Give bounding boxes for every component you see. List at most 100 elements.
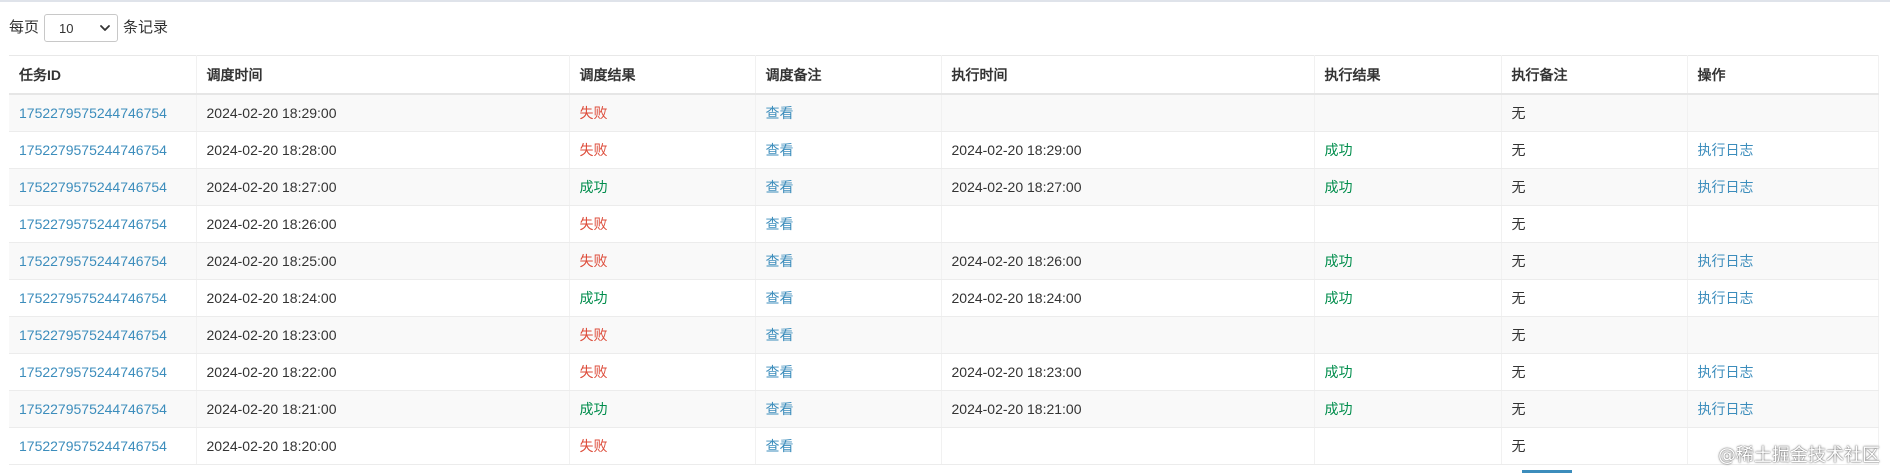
- table-row: 1752279575244746754 2024-02-20 18:20:00 失败…: [9, 427, 1879, 465]
- table-row: 1752279575244746754 2024-02-20 18:27:00 成功…: [9, 168, 1879, 206]
- schedule-result-cell: 失败: [579, 438, 608, 454]
- exec-log-link[interactable]: 执行日志: [1698, 364, 1754, 380]
- exec-log-link[interactable]: 执行日志: [1698, 253, 1754, 269]
- exec-note-cell: 无: [1511, 179, 1526, 195]
- length-suffix-label: 条记录: [123, 19, 169, 36]
- task-id-link[interactable]: 1752279575244746754: [19, 105, 167, 121]
- page-length-value: 10: [59, 20, 74, 36]
- task-id-link[interactable]: 1752279575244746754: [19, 327, 167, 343]
- schedule-note-view-link[interactable]: 查看: [766, 364, 794, 380]
- exec-log-link[interactable]: 执行日志: [1698, 401, 1754, 417]
- schedule-time-cell: 2024-02-20 18:29:00: [196, 94, 570, 132]
- schedule-note-view-link[interactable]: 查看: [766, 327, 794, 343]
- exec-time-cell: 2024-02-20 18:24:00: [941, 279, 1315, 317]
- exec-time-cell: 2024-02-20 18:24:00: [951, 290, 1082, 306]
- table-row: 1752279575244746754 2024-02-20 18:25:00 失败…: [9, 242, 1879, 280]
- exec-note-cell: 无: [1501, 390, 1688, 428]
- exec-note-cell: 无: [1511, 105, 1526, 121]
- schedule-result-cell: 失败: [569, 316, 756, 354]
- exec-note-cell: 无: [1501, 242, 1688, 280]
- header-schedule-note[interactable]: 调度备注: [755, 55, 942, 95]
- exec-result-cell: 成功: [1314, 390, 1502, 428]
- schedule-time-cell: 2024-02-20 18:23:00: [196, 316, 570, 354]
- schedule-note-view-cell: 查看: [755, 390, 942, 428]
- schedule-result-cell: 成功: [579, 179, 608, 195]
- schedule-time-cell: 2024-02-20 18:24:00: [206, 290, 337, 306]
- header-action[interactable]: 操作: [1687, 55, 1879, 95]
- schedule-result-cell: 失败: [569, 242, 756, 280]
- schedule-note-view-cell: 查看: [755, 131, 942, 169]
- task-id-link[interactable]: 1752279575244746754: [19, 290, 167, 306]
- exec-time-cell: 2024-02-20 18:27:00: [951, 179, 1082, 195]
- header-exec-result[interactable]: 执行结果: [1314, 55, 1502, 95]
- exec-time-cell: 2024-02-20 18:29:00: [951, 142, 1082, 158]
- page-length-control: 每页 10 条记录: [9, 12, 168, 44]
- schedule-result-cell: 失败: [579, 364, 608, 380]
- schedule-time-cell: 2024-02-20 18:27:00: [196, 168, 570, 206]
- schedule-note-view-cell: 查看: [755, 242, 942, 280]
- exec-result-cell: 成功: [1324, 290, 1353, 306]
- schedule-time-cell: 2024-02-20 18:20:00: [206, 438, 337, 454]
- exec-log-link[interactable]: 执行日志: [1698, 142, 1754, 158]
- exec-note-cell: 无: [1511, 364, 1526, 380]
- schedule-result-cell: 失败: [569, 205, 756, 243]
- schedule-note-view-link[interactable]: 查看: [766, 142, 794, 158]
- schedule-time-cell: 2024-02-20 18:24:00: [196, 279, 570, 317]
- header-schedule-time[interactable]: 调度时间: [196, 55, 570, 95]
- schedule-result-cell: 成功: [579, 290, 608, 306]
- schedule-result-cell: 失败: [579, 142, 608, 158]
- task-id-cell: 1752279575244746754: [9, 131, 197, 169]
- schedule-result-cell: 失败: [569, 353, 756, 391]
- schedule-note-view-link[interactable]: 查看: [766, 216, 794, 232]
- task-id-link[interactable]: 1752279575244746754: [19, 438, 167, 454]
- exec-note-cell: 无: [1501, 353, 1688, 391]
- schedule-time-cell: 2024-02-20 18:21:00: [206, 401, 337, 417]
- header-task-id[interactable]: 任务ID: [9, 55, 197, 95]
- task-id-link[interactable]: 1752279575244746754: [19, 216, 167, 232]
- exec-time-cell: 2024-02-20 18:23:00: [941, 353, 1315, 391]
- schedule-note-view-link[interactable]: 查看: [766, 253, 794, 269]
- exec-log-cell: 执行日志: [1687, 353, 1879, 391]
- schedule-note-view-link[interactable]: 查看: [766, 179, 794, 195]
- exec-log-link[interactable]: 执行日志: [1698, 290, 1754, 306]
- exec-time-cell: 2024-02-20 18:27:00: [941, 168, 1315, 206]
- schedule-note-view-link[interactable]: 查看: [766, 438, 794, 454]
- schedule-time-cell: 2024-02-20 18:25:00: [196, 242, 570, 280]
- log-page: 每页 10 条记录 任务ID 调度时间 调度结果 调度备注 执行时间 执行结果 执行备注 操作: [0, 0, 1890, 473]
- schedule-note-view-cell: 查看: [755, 168, 942, 206]
- schedule-result-cell: 成功: [569, 390, 756, 428]
- schedule-note-view-link[interactable]: 查看: [766, 401, 794, 417]
- exec-log-cell: 执行日志: [1687, 131, 1879, 169]
- exec-log-cell: [1687, 316, 1879, 354]
- task-id-link[interactable]: 1752279575244746754: [19, 142, 167, 158]
- task-id-link[interactable]: 1752279575244746754: [19, 179, 167, 195]
- schedule-result-cell: 失败: [569, 131, 756, 169]
- exec-result-cell: 成功: [1314, 131, 1502, 169]
- schedule-time-cell: 2024-02-20 18:27:00: [206, 179, 337, 195]
- exec-result-cell: 成功: [1314, 279, 1502, 317]
- log-table-wrapper: 任务ID 调度时间 调度结果 调度备注 执行时间 执行结果 执行备注 操作 175227957…: [9, 55, 1879, 465]
- exec-result-cell: [1314, 316, 1502, 354]
- task-id-link[interactable]: 1752279575244746754: [19, 253, 167, 269]
- exec-log-cell: 执行日志: [1687, 390, 1879, 428]
- exec-log-cell: 执行日志: [1687, 168, 1879, 206]
- schedule-note-view-link[interactable]: 查看: [766, 105, 794, 121]
- exec-log-link[interactable]: 执行日志: [1698, 179, 1754, 195]
- schedule-time-cell: 2024-02-20 18:26:00: [206, 216, 337, 232]
- task-id-cell: 1752279575244746754: [9, 205, 197, 243]
- header-schedule-result[interactable]: 调度结果: [569, 55, 756, 95]
- schedule-result-cell: 失败: [569, 427, 756, 465]
- schedule-note-view-cell: 查看: [755, 316, 942, 354]
- exec-log-cell: [1687, 205, 1879, 243]
- page-length-select[interactable]: 10: [44, 14, 119, 42]
- header-exec-time[interactable]: 执行时间: [941, 55, 1315, 95]
- schedule-result-cell: 失败: [579, 253, 608, 269]
- schedule-note-view-link[interactable]: 查看: [766, 290, 794, 306]
- table-header: 任务ID 调度时间 调度结果 调度备注 执行时间 执行结果 执行备注 操作: [9, 55, 1879, 95]
- exec-note-cell: 无: [1511, 438, 1526, 454]
- schedule-time-cell: 2024-02-20 18:26:00: [196, 205, 570, 243]
- task-id-link[interactable]: 1752279575244746754: [19, 401, 167, 417]
- header-exec-note[interactable]: 执行备注: [1501, 55, 1688, 95]
- task-id-link[interactable]: 1752279575244746754: [19, 364, 167, 380]
- table-row: 1752279575244746754 2024-02-20 18:28:00 失败…: [9, 131, 1879, 169]
